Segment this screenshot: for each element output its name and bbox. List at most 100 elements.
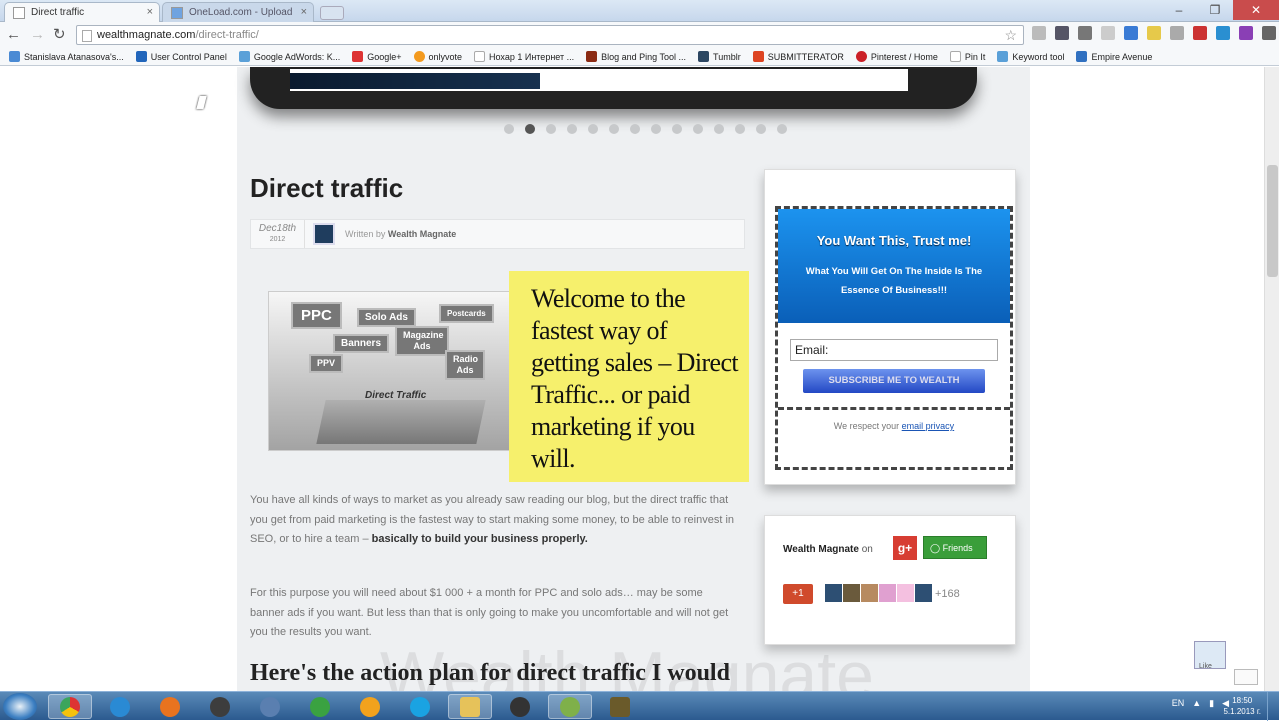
taskbar-app[interactable]: [598, 694, 642, 719]
slider-dot[interactable]: [609, 124, 619, 134]
taskbar-app[interactable]: [198, 694, 242, 719]
slider-dot-active[interactable]: [525, 124, 535, 134]
taskbar-app[interactable]: [498, 694, 542, 719]
email-privacy-link[interactable]: email privacy: [902, 421, 955, 431]
window-controls: – ❐ ✕: [1161, 0, 1279, 20]
tab-oneload[interactable]: OneLoad.com - Upload ×: [162, 2, 314, 22]
menu-icon[interactable]: [1262, 26, 1276, 40]
browser-tab-strip: Direct traffic × OneLoad.com - Upload × …: [0, 0, 1279, 22]
slider-dot[interactable]: [651, 124, 661, 134]
email-field[interactable]: Email:: [790, 339, 998, 361]
plus-one-button[interactable]: +1: [783, 584, 813, 604]
bookmark-item[interactable]: Pinterest / Home: [851, 48, 943, 65]
slider-dot[interactable]: [714, 124, 724, 134]
like-widget-icon[interactable]: Like: [1194, 641, 1226, 670]
back-arrow-icon[interactable]: ←: [6, 26, 21, 44]
avatar[interactable]: [897, 584, 914, 602]
scrollbar-thumb[interactable]: [1267, 165, 1278, 277]
google-plus-icon[interactable]: g+: [893, 536, 917, 560]
slider-dot[interactable]: [504, 124, 514, 134]
friends-button[interactable]: ◯ Friends: [923, 536, 987, 559]
reload-icon[interactable]: ↻: [53, 26, 66, 44]
close-tab-icon[interactable]: ×: [147, 6, 153, 18]
author-avatar[interactable]: [313, 223, 335, 245]
page-viewport: Direct traffic Dec18th 2012 Written by W…: [0, 67, 1264, 691]
avatar[interactable]: [879, 584, 896, 602]
slider-dot[interactable]: [693, 124, 703, 134]
taskbar-app[interactable]: [248, 694, 292, 719]
extension-icon[interactable]: [1170, 26, 1184, 40]
hero-stack: [316, 400, 486, 444]
address-bar[interactable]: wealthmagnate.com/direct-traffic/ ☆: [76, 25, 1024, 45]
extension-icon[interactable]: [1078, 26, 1092, 40]
tab-direct-traffic[interactable]: Direct traffic ×: [4, 2, 160, 22]
taskbar-app[interactable]: [348, 694, 392, 719]
slider-dot[interactable]: [672, 124, 682, 134]
slider-dot[interactable]: [630, 124, 640, 134]
extension-icon[interactable]: [1193, 26, 1207, 40]
optin-box: You Want This, Trust me! What You Will G…: [775, 206, 1013, 470]
page-icon: [82, 30, 92, 42]
extension-icon[interactable]: [1216, 26, 1230, 40]
close-tab-icon[interactable]: ×: [301, 6, 307, 18]
subscribe-button[interactable]: SUBSCRIBE ME TO WEALTH: [803, 369, 985, 393]
bookmark-item[interactable]: Google AdWords: K...: [234, 48, 345, 65]
follower-avatars: [825, 584, 932, 602]
taskbar-explorer[interactable]: [448, 694, 492, 719]
taskbar-utorrent[interactable]: [298, 694, 342, 719]
extension-icon[interactable]: [1032, 26, 1046, 40]
maximize-button[interactable]: ❐: [1197, 0, 1233, 20]
avatar[interactable]: [825, 584, 842, 602]
extension-icon[interactable]: [1124, 26, 1138, 40]
close-window-button[interactable]: ✕: [1233, 0, 1279, 20]
avatar[interactable]: [915, 584, 932, 602]
avatar[interactable]: [861, 584, 878, 602]
taskbar-ie[interactable]: [98, 694, 142, 719]
taskbar-skype[interactable]: [398, 694, 442, 719]
bookmark-star-icon[interactable]: ☆: [1004, 27, 1017, 44]
bookmarks-bar: Stanislava Atanasova's... User Control P…: [0, 48, 1279, 66]
slider-dot[interactable]: [735, 124, 745, 134]
minimize-button[interactable]: –: [1161, 0, 1197, 20]
extension-icon[interactable]: [1239, 26, 1253, 40]
taskbar-firefox[interactable]: [148, 694, 192, 719]
taskbar-app[interactable]: [548, 694, 592, 719]
extension-icon[interactable]: [1055, 26, 1069, 40]
author-name[interactable]: Wealth Magnate: [388, 229, 456, 239]
bookmark-item[interactable]: Нохар 1 Интернет ...: [469, 48, 579, 65]
tray-arrow-icon[interactable]: ▲: [1192, 698, 1201, 709]
tab-title: Direct traffic: [31, 7, 85, 18]
avatar[interactable]: [843, 584, 860, 602]
system-clock[interactable]: 18:50 5.1.2013 г.: [1223, 695, 1261, 717]
show-desktop-button[interactable]: [1267, 692, 1279, 721]
taskbar-chrome[interactable]: [48, 694, 92, 719]
optin-header: You Want This, Trust me! What You Will G…: [778, 209, 1010, 323]
hero-tag: Banners: [333, 334, 390, 353]
bookmark-item[interactable]: Empire Avenue: [1071, 48, 1157, 65]
forward-arrow-icon[interactable]: →: [30, 26, 45, 44]
slider-dot[interactable]: [756, 124, 766, 134]
bookmark-item[interactable]: User Control Panel: [131, 48, 232, 65]
post-meta: Dec18th 2012 Written by Wealth Magnate: [250, 219, 745, 249]
extension-icon[interactable]: [1101, 26, 1115, 40]
language-indicator[interactable]: EN: [1172, 698, 1185, 709]
image-slider[interactable]: [250, 67, 977, 109]
bookmark-item[interactable]: SUBMITTERATOR: [748, 48, 849, 65]
bookmark-item[interactable]: Keyword tool: [992, 48, 1069, 65]
slider-dot[interactable]: [546, 124, 556, 134]
bookmark-item[interactable]: Stanislava Atanasova's...: [4, 48, 129, 65]
bookmark-item[interactable]: Tumblr: [693, 48, 746, 65]
slider-dot[interactable]: [777, 124, 787, 134]
network-icon[interactable]: ▮: [1209, 698, 1214, 709]
bookmark-item[interactable]: Blog and Ping Tool ...: [581, 48, 691, 65]
bookmark-item[interactable]: onlyvote: [409, 48, 468, 65]
small-widget-icon[interactable]: [1234, 669, 1258, 685]
page-scrollbar[interactable]: [1264, 67, 1279, 691]
new-tab-button[interactable]: [320, 6, 344, 20]
slider-dot[interactable]: [588, 124, 598, 134]
extension-icon[interactable]: [1147, 26, 1161, 40]
bookmark-item[interactable]: Google+: [347, 48, 406, 65]
bookmark-item[interactable]: Pin It: [945, 48, 991, 65]
slider-dot[interactable]: [567, 124, 577, 134]
start-button[interactable]: [3, 693, 37, 720]
